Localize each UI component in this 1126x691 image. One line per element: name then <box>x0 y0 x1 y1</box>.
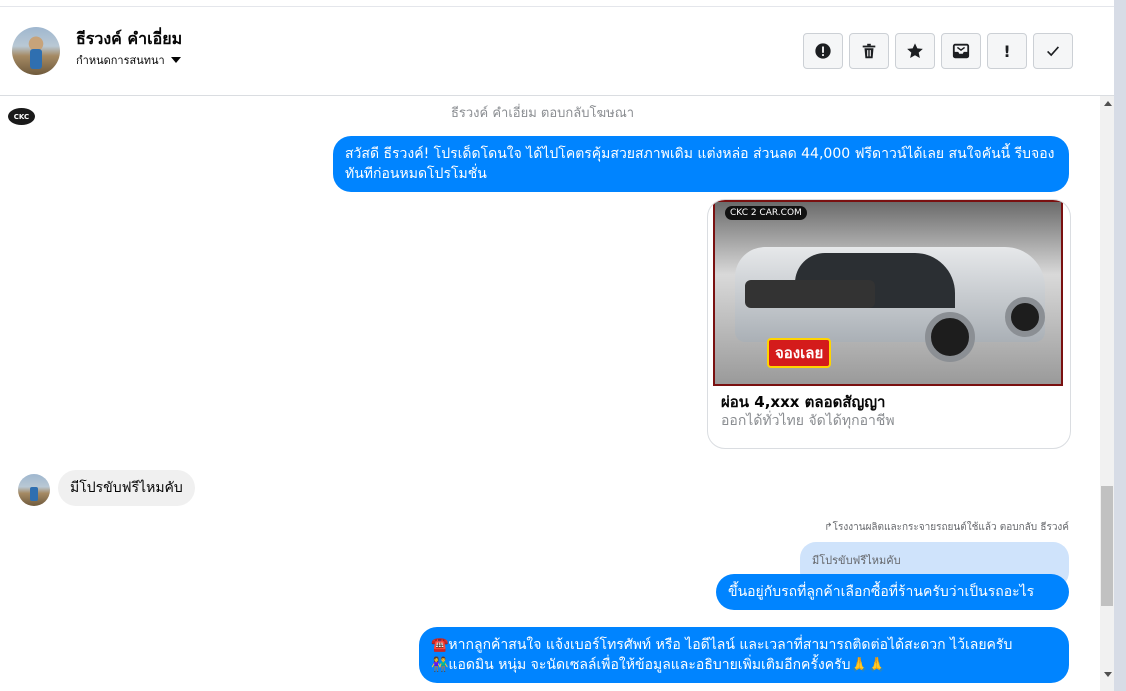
wheel <box>1005 297 1045 337</box>
conversation-schedule-label: กำหนดการสนทนา <box>76 54 165 67</box>
scroll-up-icon[interactable] <box>1104 101 1112 106</box>
truck-grill <box>745 280 875 308</box>
card-subtitle: ออกได้ทั่วไทย จัดได้ทุกอาชีพ <box>721 413 895 429</box>
caret-down-icon <box>170 57 181 63</box>
important-button[interactable]: ! <box>987 33 1027 69</box>
customer-message-bubble[interactable]: มีโปรขับฟรีไหมคับ <box>58 470 195 506</box>
scroll-down-icon[interactable] <box>1104 672 1112 677</box>
window-edge <box>1114 0 1126 691</box>
exclamation-icon: ! <box>1003 41 1011 61</box>
conversation-header: ธีรวงค์ คำเอี่ยม กำหนดการสนทนา ! <box>0 7 1115 96</box>
sender-avatar[interactable] <box>18 474 50 506</box>
check-icon <box>1047 46 1060 57</box>
ad-card[interactable]: CKC 2 CAR.COM จองเลย ผ่อน 4,xxx ตลอดสัญญ… <box>707 199 1071 449</box>
inbox-icon <box>952 43 970 59</box>
promo-message-bubble[interactable]: สวัสดี ธีรวงค์! โปรเด็ดโดนใจ ได้ไปโคตรคุ… <box>333 136 1069 192</box>
trash-icon <box>862 43 876 59</box>
archive-button[interactable] <box>941 33 981 69</box>
book-now-badge: จองเลย <box>767 338 832 368</box>
wheel <box>925 312 975 362</box>
ad-reply-note: ธีรวงค์ คำเอี่ยม ตอบกลับโฆษณา <box>450 106 635 121</box>
conversation-schedule-dropdown[interactable]: กำหนดการสนทนา <box>76 51 181 69</box>
reply-message-bubble[interactable]: ขึ้นอยู่กับรถที่ลูกค้าเลือกซื้อที่ร้านคร… <box>716 574 1069 610</box>
followup-line-2: 👫แอดมิน หนุ่ม จะนัดเซลล์เพื่อให้ข้อมูลแล… <box>431 657 886 673</box>
scroll-thumb[interactable] <box>1101 486 1113 606</box>
thread-scrollbar[interactable] <box>1100 96 1114 691</box>
message-thread[interactable]: CKC ธีรวงค์ คำเอี่ยม ตอบกลับโฆษณา สวัสดี… <box>0 96 1100 691</box>
followup-message-bubble[interactable]: ☎️หากลูกค้าสนใจ แจ้งเบอร์โทรศัพท์ หรือ ไ… <box>419 627 1069 683</box>
star-icon <box>907 43 923 59</box>
alert-button[interactable] <box>803 33 843 69</box>
contact-name[interactable]: ธีรวงค์ คำเอี่ยม <box>76 27 182 52</box>
followup-line-1: ☎️หากลูกค้าสนใจ แจ้งเบอร์โทรศัพท์ หรือ ไ… <box>431 637 1013 653</box>
reply-meta: ↱โรงงานผลิตและกระจายรถยนต์ใช้แล้ว ตอบกลั… <box>824 522 1069 533</box>
alert-circle-icon <box>815 43 831 59</box>
top-border <box>0 0 1114 7</box>
brand-mark: CKC 2 CAR.COM <box>725 206 807 220</box>
done-button[interactable] <box>1033 33 1073 69</box>
car-image[interactable]: CKC 2 CAR.COM จองเลย <box>713 200 1063 386</box>
contact-avatar[interactable] <box>12 27 60 75</box>
conversation-actions: ! <box>803 33 1073 69</box>
star-button[interactable] <box>895 33 935 69</box>
delete-button[interactable] <box>849 33 889 69</box>
